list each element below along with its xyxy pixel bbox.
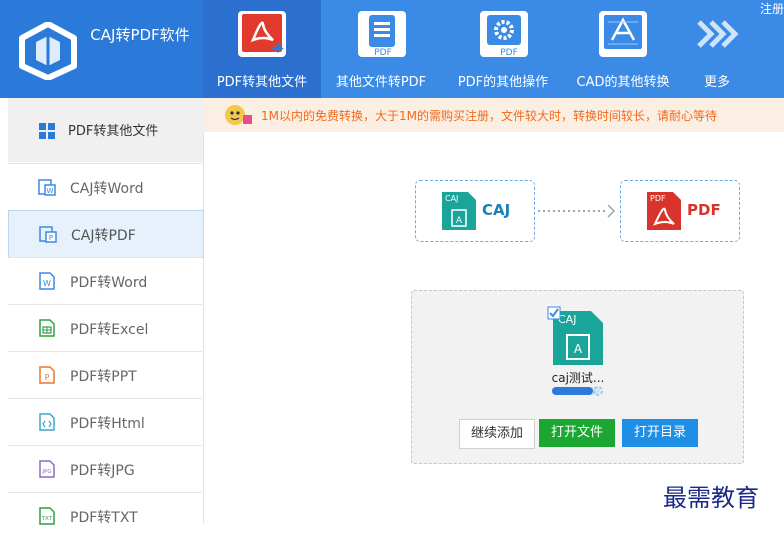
tool-cad-convert[interactable]: CAD的其他转换: [565, 0, 681, 98]
open-file-button[interactable]: 打开文件: [539, 419, 615, 447]
target-format-box: PDF PDF: [620, 180, 740, 242]
svg-text:A: A: [456, 216, 463, 226]
check-icon[interactable]: [547, 306, 561, 320]
gear-pdf-icon: PDF: [480, 11, 528, 58]
pdf-icon: [238, 11, 286, 57]
sidebar-item-pdf-to-html[interactable]: PDF转Html: [8, 398, 202, 445]
sidebar-item-label: CAJ转PDF: [71, 228, 136, 244]
excel-icon: [39, 319, 55, 337]
svg-text:TXT: TXT: [41, 516, 53, 522]
txt-icon: TXT: [39, 507, 55, 525]
caj-pdf-icon: P: [39, 226, 57, 243]
sidebar-item-label: PDF转Excel: [70, 322, 149, 338]
main-toolbar: PDF转其他文件 PDF 其他文件转PDF PDF PDF的其他操作 CAD的其…: [203, 0, 784, 98]
tool-other-to-pdf[interactable]: PDF 其他文件转PDF: [325, 0, 437, 98]
open-directory-button[interactable]: 打开目录: [622, 419, 698, 447]
sidebar-item-pdf-to-word[interactable]: W PDF转Word: [8, 257, 202, 304]
chevrons-right-icon: [697, 20, 739, 48]
spinner-icon: [593, 386, 603, 396]
word-icon: W: [39, 272, 55, 290]
pdf-badge: PDF: [374, 48, 392, 58]
document-to-pdf-icon: PDF: [358, 11, 406, 58]
notice-bar: 1M以内的免费转换，大于1M的需购买注册，文件较大时，转换时间较长，请耐心等待: [203, 98, 784, 132]
caj-file-icon: CAJ A: [442, 192, 476, 230]
file-item[interactable]: CAJ A: [547, 306, 607, 367]
sidebar-item-label: PDF转Html: [70, 416, 145, 432]
logo-icon: [19, 22, 77, 80]
html-icon: [39, 413, 55, 431]
sidebar-item-label: PDF转PPT: [70, 369, 137, 385]
sidebar-header: PDF转其他文件: [8, 98, 203, 162]
tool-label: 其他文件转PDF: [335, 75, 427, 90]
tool-label: PDF的其他操作: [457, 75, 549, 90]
ppt-icon: P: [39, 366, 55, 384]
jpg-icon: JPG: [39, 460, 55, 478]
notice-text: 1M以内的免费转换，大于1M的需购买注册，文件较大时，转换时间较长，请耐心等待: [261, 109, 717, 123]
format-tag: PDF: [650, 194, 666, 203]
tool-label: PDF转其他文件: [216, 75, 308, 90]
app-title: CAJ转PDF软件: [90, 26, 190, 44]
watermark-text: 最需教育: [663, 484, 759, 512]
tool-more[interactable]: 更多: [687, 0, 747, 98]
source-format-box: CAJ A CAJ: [415, 180, 535, 242]
sidebar-header-label: PDF转其他文件: [68, 124, 159, 139]
sidebar-item-pdf-to-jpg[interactable]: JPG PDF转JPG: [8, 445, 202, 492]
sidebar-item-caj-to-word[interactable]: W CAJ转Word: [8, 163, 202, 210]
mascot-icon: [225, 105, 252, 125]
progress-fill: [552, 387, 593, 395]
tool-pdf-to-other[interactable]: PDF转其他文件: [203, 0, 321, 98]
sidebar-item-caj-to-pdf[interactable]: P CAJ转PDF: [8, 210, 204, 258]
tool-pdf-other-ops[interactable]: PDF PDF的其他操作: [447, 0, 559, 98]
add-more-button[interactable]: 继续添加: [459, 419, 535, 449]
caj-word-icon: W: [38, 179, 56, 196]
tool-label: 更多: [703, 75, 730, 90]
register-link[interactable]: 注册: [760, 0, 784, 17]
cad-icon: [599, 11, 647, 57]
sidebar: PDF转其他文件 W CAJ转Word P CAJ转PDF W PDF转Word…: [0, 98, 204, 526]
sidebar-item-pdf-to-excel[interactable]: PDF转Excel: [8, 304, 202, 351]
sidebar-item-label: PDF转TXT: [70, 510, 138, 526]
svg-text:W: W: [47, 187, 54, 195]
svg-text:P: P: [45, 373, 50, 382]
file-drop-area[interactable]: CAJ A caj测试... 继续添加 打开文件 打开目录: [411, 290, 744, 464]
sidebar-item-label: PDF转Word: [70, 275, 148, 291]
sidebar-item-label: CAJ转Word: [70, 181, 144, 197]
pdf-file-icon: PDF: [647, 192, 681, 230]
svg-text:A: A: [574, 342, 583, 356]
svg-text:JPG: JPG: [41, 469, 51, 475]
format-tag: CAJ: [445, 194, 458, 203]
arrow-right-icon: [538, 204, 616, 218]
target-format-label: PDF: [687, 201, 721, 219]
sidebar-item-pdf-to-txt[interactable]: TXT PDF转TXT: [8, 492, 202, 539]
file-name: caj测试...: [551, 371, 605, 385]
source-format-label: CAJ: [482, 201, 511, 219]
app-logo-area: CAJ转PDF软件: [0, 0, 203, 98]
sidebar-item-label: PDF转JPG: [70, 463, 135, 479]
pdf-badge: PDF: [500, 48, 518, 58]
sidebar-item-pdf-to-ppt[interactable]: P PDF转PPT: [8, 351, 202, 398]
tool-label: CAD的其他转换: [576, 75, 670, 90]
svg-text:W: W: [43, 279, 51, 288]
svg-text:P: P: [49, 234, 53, 242]
grid-icon: [39, 123, 55, 139]
